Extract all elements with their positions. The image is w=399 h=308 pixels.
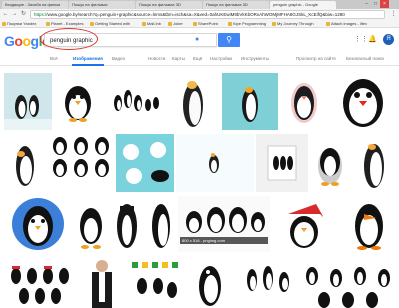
tab-strip: Входящие - Захиба на фильм Пошук на филь…: [0, 0, 399, 9]
bookmark-item[interactable]: SharePoint: [193, 21, 218, 27]
image-result[interactable]: [104, 73, 164, 130]
browser-tab-active[interactable]: penguin graphic - Google: [270, 1, 336, 9]
logo-letter: o: [22, 33, 31, 49]
image-result[interactable]: [116, 134, 174, 192]
image-result[interactable]: 800 x 516 - pngimg.com: [178, 196, 270, 252]
bookmark-item[interactable]: Kipe Programming: [228, 21, 266, 27]
notifications-icon[interactable]: 🔔: [368, 35, 377, 43]
url-text: www.google.by/search?q=penguin+graphic&s…: [47, 12, 345, 17]
avatar[interactable]: Я: [383, 34, 394, 45]
image-result[interactable]: [78, 256, 126, 308]
browser-tab[interactable]: Входящие - Захиба на фильм: [2, 1, 68, 9]
tab-maps[interactable]: Карты: [172, 56, 185, 61]
close-icon[interactable]: ×: [380, 0, 389, 8]
image-result[interactable]: [300, 256, 396, 308]
image-result[interactable]: [352, 134, 396, 192]
tab-news[interactable]: Новости: [148, 56, 165, 61]
bookmark-item[interactable]: Planet - Examples: [46, 21, 83, 27]
bookmark-item[interactable]: Attach images - lifev: [326, 21, 367, 27]
image-result[interactable]: [222, 73, 278, 130]
bookmark-item[interactable]: Покупки Yandex: [2, 21, 36, 27]
image-result[interactable]: [176, 134, 254, 192]
active-tab-indicator: [72, 64, 104, 66]
image-result[interactable]: [146, 196, 176, 252]
address-bar: ← → ↻ https://www.google.by/search?q=pen…: [0, 9, 399, 20]
tab-videos[interactable]: Видео: [112, 56, 125, 61]
safesearch-link[interactable]: Безопасный поиск: [346, 56, 384, 61]
image-caption: 800 x 516 - pngimg.com: [180, 237, 268, 244]
image-result[interactable]: [330, 73, 396, 130]
image-result[interactable]: [272, 196, 340, 252]
image-result[interactable]: [54, 73, 102, 130]
image-result[interactable]: [110, 196, 144, 252]
bookmark-item[interactable]: Mail.Inb: [142, 21, 161, 27]
back-icon[interactable]: ←: [1, 10, 10, 19]
minimize-icon[interactable]: –: [362, 0, 371, 8]
bookmark-item[interactable]: My Journey Through: [272, 21, 314, 27]
image-result[interactable]: [4, 134, 46, 192]
search-icon: ⚲: [226, 35, 232, 44]
url-protocol: https://: [34, 12, 48, 17]
bookmark-item[interactable]: Getting Started with: [90, 21, 130, 27]
tab-settings[interactable]: Настройки: [210, 56, 232, 61]
search-button[interactable]: ⚲: [218, 33, 240, 47]
image-result[interactable]: [128, 256, 182, 308]
apps-icon[interactable]: ⋮⋮: [354, 35, 368, 43]
image-result[interactable]: [48, 134, 114, 192]
view-saved-link[interactable]: Просмотр на сайте: [296, 56, 336, 61]
image-result[interactable]: [256, 134, 308, 192]
image-result[interactable]: [310, 134, 350, 192]
image-result[interactable]: [4, 256, 76, 308]
microphone-icon[interactable]: ●: [195, 36, 199, 43]
browser-tab[interactable]: Пошук на фильмах 3D: [203, 1, 269, 9]
logo-letter: G: [4, 33, 15, 49]
tab-all[interactable]: Всё: [50, 56, 58, 61]
image-result[interactable]: [240, 256, 298, 308]
image-result[interactable]: [4, 196, 72, 252]
browser-tab[interactable]: Пошук на фильмах 3D: [136, 1, 202, 9]
tab-more[interactable]: Ещё: [193, 56, 202, 61]
image-result[interactable]: [74, 196, 108, 252]
logo-letter: g: [30, 33, 40, 49]
tab-images[interactable]: Изображения: [73, 56, 103, 61]
image-result[interactable]: [342, 196, 396, 252]
tab-tools[interactable]: Инструменты: [241, 56, 269, 61]
forward-icon[interactable]: →: [10, 10, 19, 19]
annotation-circle: [40, 28, 98, 50]
maximize-icon[interactable]: □: [371, 0, 380, 8]
menu-icon[interactable]: ⋮: [389, 10, 398, 19]
bookmark-item[interactable]: Joker: [168, 21, 183, 27]
image-result[interactable]: [280, 73, 328, 130]
browser-tab[interactable]: Пошук на фильмах: [69, 1, 135, 9]
bookmarks-bar: Покупки Yandex Planet - Examples Getting…: [0, 20, 399, 28]
reload-icon[interactable]: ↻: [19, 10, 28, 19]
image-result[interactable]: [166, 73, 220, 130]
search-nav: Всё Изображения Видео Новости Карты Ещё …: [0, 52, 399, 66]
image-result[interactable]: [4, 73, 52, 130]
url-field[interactable]: https://www.google.by/search?q=penguin+g…: [30, 10, 385, 19]
image-result[interactable]: [184, 256, 238, 308]
